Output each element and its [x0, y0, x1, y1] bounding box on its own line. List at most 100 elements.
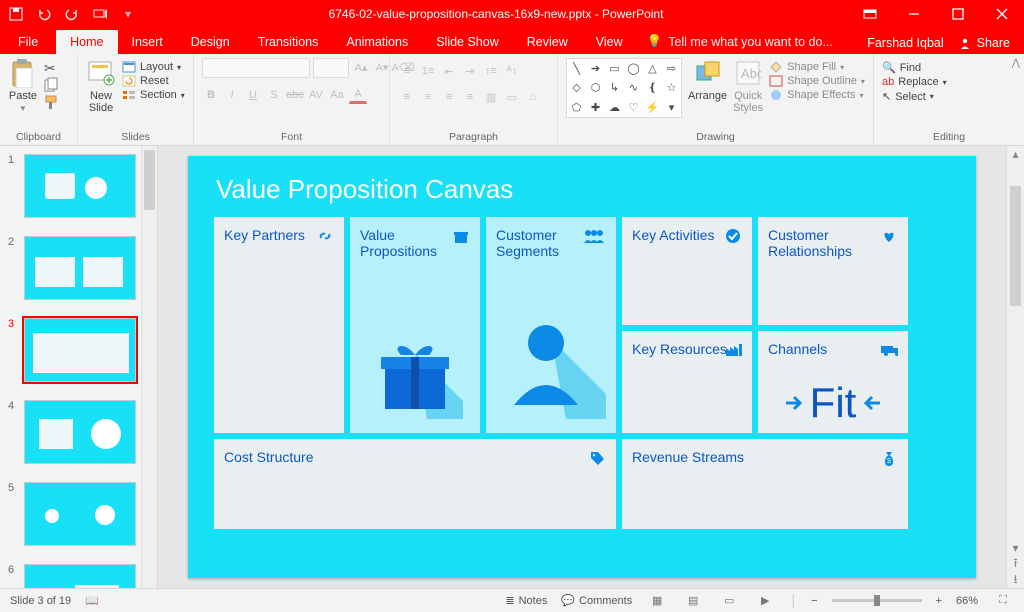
- shape-bolt-icon[interactable]: ⚡: [643, 98, 662, 117]
- font-color-button[interactable]: A: [349, 86, 367, 104]
- cell-revenue-streams[interactable]: Revenue Streams $: [622, 439, 908, 529]
- shape-star-icon[interactable]: ☆: [662, 78, 681, 97]
- shape-diamond-icon[interactable]: ◇: [567, 78, 586, 97]
- shape-oval-icon[interactable]: ◯: [624, 59, 643, 78]
- scroll-up-icon[interactable]: ▴: [1007, 146, 1024, 162]
- font-size-combo[interactable]: [313, 58, 349, 78]
- justify-button[interactable]: ≡: [461, 88, 479, 106]
- tab-transitions[interactable]: Transitions: [244, 30, 333, 54]
- align-center-button[interactable]: ≡: [419, 88, 437, 106]
- line-spacing-button[interactable]: ↕≡: [482, 62, 500, 80]
- select-button[interactable]: ↖Select▾: [882, 90, 947, 103]
- tab-insert[interactable]: Insert: [118, 30, 177, 54]
- slide-title[interactable]: Value Proposition Canvas: [216, 174, 950, 205]
- close-button[interactable]: [980, 0, 1024, 28]
- increase-font-icon[interactable]: A▴: [352, 58, 370, 76]
- maximize-button[interactable]: [936, 0, 980, 28]
- cell-channels[interactable]: Channels Fit: [758, 331, 908, 433]
- italic-button[interactable]: I: [223, 86, 241, 104]
- share-button[interactable]: Share: [958, 36, 1010, 50]
- decrease-font-icon[interactable]: A▾: [373, 58, 391, 76]
- shape-pentagon-icon[interactable]: ⬠: [567, 98, 586, 117]
- shape-callout-icon[interactable]: ⬡: [586, 78, 605, 97]
- shape-curve-icon[interactable]: ∿: [624, 78, 643, 97]
- normal-view-button[interactable]: ▦: [646, 592, 668, 610]
- shape-connector-icon[interactable]: ↳: [605, 78, 624, 97]
- text-direction-button[interactable]: ᴬ↕: [503, 62, 521, 80]
- zoom-slider[interactable]: [832, 599, 922, 602]
- notes-button[interactable]: ≣Notes: [505, 594, 547, 607]
- qat-more-icon[interactable]: ▾: [120, 6, 136, 22]
- shape-triangle-icon[interactable]: △: [643, 59, 662, 78]
- tab-file[interactable]: File: [0, 30, 56, 54]
- start-from-beginning-icon[interactable]: [92, 6, 108, 22]
- section-button[interactable]: Section▾: [122, 89, 185, 101]
- bullets-button[interactable]: ≡: [398, 62, 416, 80]
- minimize-button[interactable]: [892, 0, 936, 28]
- strikethrough-button[interactable]: abc: [286, 86, 304, 104]
- next-slide-icon[interactable]: ⭳: [1007, 572, 1024, 588]
- cell-key-activities[interactable]: Key Activities: [622, 217, 752, 325]
- thumbnail-2[interactable]: 2: [8, 236, 137, 300]
- tab-slideshow[interactable]: Slide Show: [422, 30, 513, 54]
- align-left-button[interactable]: ≡: [398, 88, 416, 106]
- zoom-in-button[interactable]: +: [936, 595, 942, 607]
- smartart-button[interactable]: ⌂: [524, 88, 542, 106]
- shapes-gallery[interactable]: ╲➔▭◯△⇨ ◇⬡↳∿❴☆ ⬠✚☁♡⚡▾: [566, 58, 682, 118]
- shape-outline-button[interactable]: Shape Outline▾: [769, 75, 865, 87]
- shape-fill-button[interactable]: Shape Fill▾: [769, 61, 865, 73]
- shape-brace-icon[interactable]: ❴: [643, 78, 662, 97]
- thumbnail-4[interactable]: 4: [8, 400, 137, 464]
- increase-indent-button[interactable]: ⇥: [461, 62, 479, 80]
- new-slide-button[interactable]: New Slide: [86, 58, 116, 114]
- comments-button[interactable]: 💬Comments: [561, 594, 632, 607]
- shape-cloud-icon[interactable]: ☁: [605, 98, 624, 117]
- reset-button[interactable]: Reset: [122, 75, 185, 87]
- shape-rarrow-icon[interactable]: ⇨: [662, 59, 681, 78]
- collapse-ribbon-icon[interactable]: ⋀: [1012, 58, 1020, 69]
- spellcheck-icon[interactable]: 📖: [85, 594, 99, 607]
- shape-rect-icon[interactable]: ▭: [605, 59, 624, 78]
- char-spacing-button[interactable]: AV: [307, 86, 325, 104]
- change-case-button[interactable]: Aa: [328, 86, 346, 104]
- shape-line-icon[interactable]: ╲: [567, 59, 586, 78]
- shape-cross-icon[interactable]: ✚: [586, 98, 605, 117]
- thumbnail-1[interactable]: 1: [8, 154, 137, 218]
- decrease-indent-button[interactable]: ⇤: [440, 62, 458, 80]
- quick-styles-button[interactable]: Abc Quick Styles: [733, 58, 763, 114]
- font-family-combo[interactable]: [202, 58, 310, 78]
- tab-view[interactable]: View: [582, 30, 637, 54]
- zoom-level[interactable]: 66%: [956, 595, 978, 607]
- numbering-button[interactable]: 1≡: [419, 62, 437, 80]
- format-painter-icon[interactable]: [44, 95, 59, 113]
- align-text-button[interactable]: ▭: [503, 88, 521, 106]
- shape-more-icon[interactable]: ▾: [662, 98, 681, 117]
- layout-button[interactable]: Layout▾: [122, 61, 185, 73]
- shape-effects-button[interactable]: Shape Effects▾: [769, 89, 865, 101]
- tab-design[interactable]: Design: [177, 30, 244, 54]
- save-icon[interactable]: [8, 6, 24, 22]
- tab-animations[interactable]: Animations: [332, 30, 422, 54]
- bold-button[interactable]: B: [202, 86, 220, 104]
- replace-button[interactable]: abReplace▾: [882, 76, 947, 88]
- tell-me-search[interactable]: 💡 Tell me what you want to do...: [637, 29, 843, 54]
- cell-value-propositions[interactable]: Value Propositions: [350, 217, 480, 433]
- tab-review[interactable]: Review: [513, 30, 582, 54]
- canvas-vertical-scrollbar[interactable]: ▴ ▾ ⭱ ⭳: [1006, 146, 1024, 588]
- slide-position[interactable]: Slide 3 of 19: [10, 595, 71, 607]
- user-name[interactable]: Farshad Iqbal: [867, 36, 943, 50]
- thumbnail-3[interactable]: 3: [8, 318, 137, 382]
- copy-icon[interactable]: [44, 77, 59, 95]
- shape-arrow-icon[interactable]: ➔: [586, 59, 605, 78]
- redo-icon[interactable]: [64, 6, 80, 22]
- tab-home[interactable]: Home: [56, 30, 117, 54]
- undo-icon[interactable]: [36, 6, 52, 22]
- cell-key-resources[interactable]: Key Resources: [622, 331, 752, 433]
- shadow-button[interactable]: S: [265, 86, 283, 104]
- zoom-out-button[interactable]: −: [811, 595, 817, 607]
- paste-button[interactable]: Paste ▼: [8, 58, 38, 113]
- cell-customer-segments[interactable]: Customer Segments: [486, 217, 616, 433]
- reading-view-button[interactable]: ▭: [718, 592, 740, 610]
- sorter-view-button[interactable]: ▤: [682, 592, 704, 610]
- arrange-button[interactable]: Arrange: [688, 58, 727, 102]
